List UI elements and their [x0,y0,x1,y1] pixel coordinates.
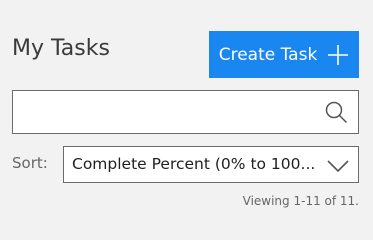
sort-label: Sort: [12,154,48,172]
search-box [12,90,359,134]
viewing-count: Viewing 1-11 of 11. [242,194,359,208]
create-task-button[interactable]: Create Task [209,31,359,78]
sort-dropdown[interactable]: Complete Percent (0% to 100... [63,146,359,183]
chevron-down-icon [327,160,349,173]
search-input[interactable] [13,91,313,133]
page-title: My Tasks [12,36,110,61]
search-icon[interactable] [324,100,348,124]
plus-icon [328,44,349,65]
create-task-label: Create Task [218,44,318,65]
sort-selected-value: Complete Percent (0% to 100... [72,156,316,173]
